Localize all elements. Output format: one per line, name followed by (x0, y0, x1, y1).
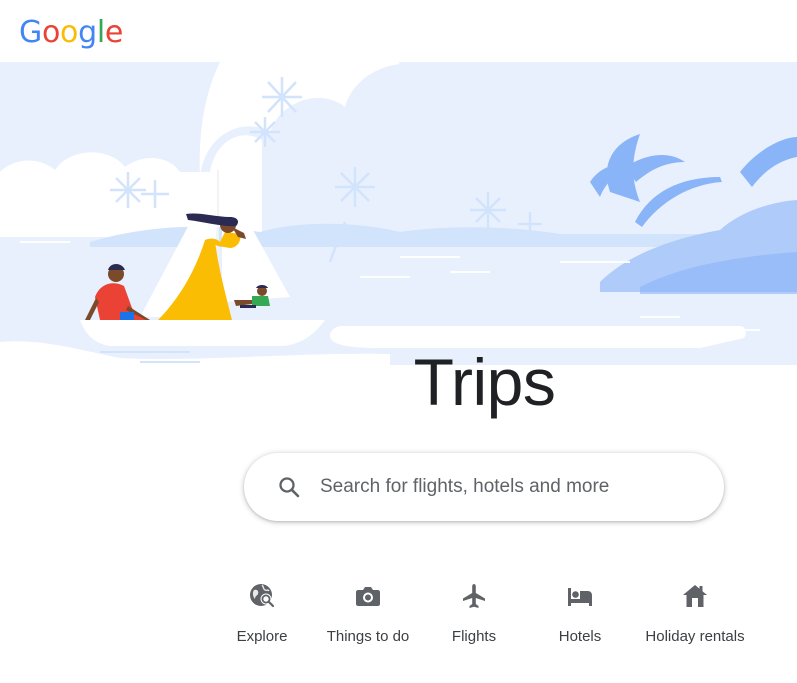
logo-letter: o (60, 15, 79, 50)
category-label: Explore (236, 628, 288, 645)
logo-letter: o (41, 15, 61, 50)
category-label: Flights (451, 628, 497, 645)
category-label: Holiday rentals (645, 628, 745, 645)
search-icon[interactable] (277, 475, 301, 499)
explore-globe-icon (250, 584, 275, 608)
category-hotels[interactable]: Hotels (546, 582, 614, 654)
category-holiday-rentals[interactable]: Holiday rentals (640, 582, 750, 654)
bed-icon (568, 588, 592, 606)
logo-letter: e (104, 15, 124, 50)
hero-illustration-svg (0, 62, 797, 365)
logo-letter: l (96, 15, 105, 50)
logo-letter: g (78, 15, 97, 50)
camera-icon (356, 587, 380, 606)
google-logo[interactable]: Google (19, 14, 123, 52)
airplane-icon (463, 584, 485, 608)
page: Google Trips Search for flights, hotels … (0, 0, 797, 683)
category-things-to-do[interactable]: Things to do (318, 582, 418, 654)
house-icon (683, 585, 707, 607)
category-explore[interactable]: Explore (222, 582, 302, 654)
category-label: Things to do (326, 628, 410, 645)
category-label: Hotels (558, 628, 602, 645)
page-title: Trips (413, 345, 556, 419)
category-flights[interactable]: Flights (440, 582, 508, 654)
logo-letter: G (19, 15, 42, 50)
search-input[interactable] (320, 467, 700, 507)
hero-illustration (0, 62, 797, 367)
search-box[interactable] (244, 453, 724, 521)
